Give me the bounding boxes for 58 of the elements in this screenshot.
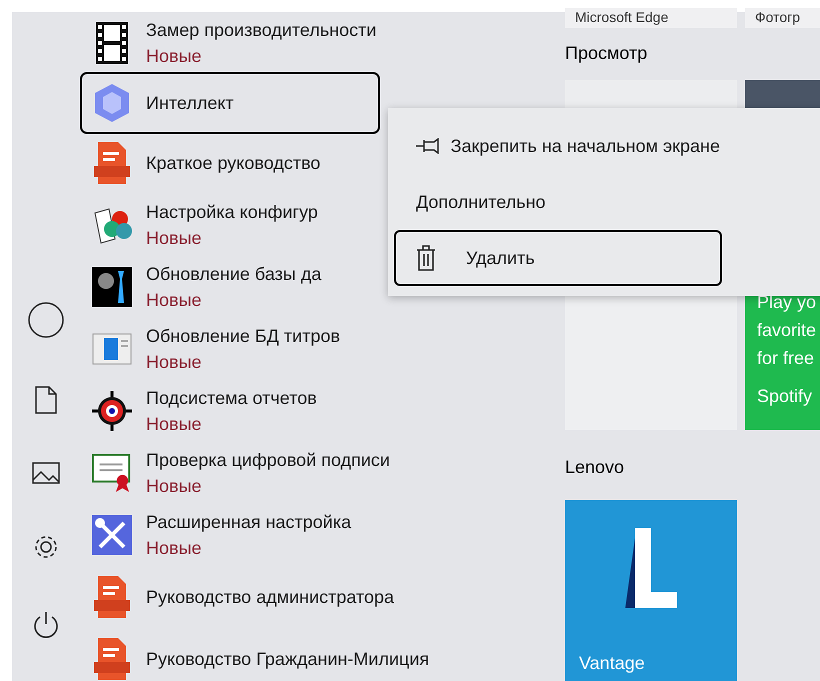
app-name: Руководство Гражданин-Милиция [146, 648, 430, 671]
app-tile[interactable]: Фотогр [745, 8, 820, 28]
menu-label: Закрепить на начальном экране [450, 134, 720, 158]
power-icon[interactable] [32, 610, 60, 640]
menu-item[interactable]: Дополнительно [394, 174, 722, 230]
app-name: Настройка конфигур [146, 201, 318, 224]
app-name: Обновление БД титров [146, 325, 340, 348]
app-list-item[interactable]: Настройка конфигур Новые [80, 194, 380, 256]
pin-icon [416, 138, 442, 154]
tile-label: Spotify [757, 385, 814, 408]
certificate-icon [92, 453, 132, 493]
app-list-item[interactable]: Замер производительности Новые [80, 12, 382, 74]
app-name: Краткое руководство [146, 152, 320, 175]
app-list-item[interactable]: Обновление БД титров Новые [80, 318, 380, 380]
tile-text: favorite [757, 319, 818, 342]
window-icon [92, 333, 132, 365]
tile-text: for free [757, 347, 816, 370]
pdf-file-icon [94, 142, 130, 184]
app-name: Руководство администратора [146, 586, 394, 609]
group-title: Просмотр [565, 42, 648, 65]
menu-label: Дополнительно [416, 190, 546, 214]
tools-icon [92, 515, 132, 555]
app-tile[interactable]: Microsoft Edge [565, 8, 737, 28]
menu-label: Удалить [466, 246, 535, 270]
status-label: Новые [146, 227, 203, 250]
app-list-item[interactable]: Обновление базы да Новые [80, 256, 380, 318]
app-list-item[interactable]: Расширенная настройка Новые [80, 504, 380, 566]
status-label: Новые [146, 351, 203, 374]
app-list-item[interactable]: Краткое руководство [80, 132, 380, 194]
app-list-item[interactable]: Проверка цифровой подписи Новые [80, 442, 396, 504]
pdf-file-icon [94, 638, 130, 680]
app-list-item[interactable]: Руководство Гражданин-Милиция [80, 628, 436, 681]
app-name: Проверка цифровой подписи [146, 449, 390, 472]
status-label: Новые [146, 45, 203, 68]
target-icon [92, 391, 132, 431]
user-circle-icon[interactable] [28, 302, 64, 338]
menu-item[interactable]: Удалить [394, 230, 722, 286]
app-name: Подсистема отчетов [146, 387, 317, 410]
app-name: Обновление базы да [146, 263, 322, 286]
status-label: Новые [146, 413, 203, 436]
tile-label: Vantage [578, 652, 645, 675]
app-list-item[interactable]: Руководство администратора [80, 566, 400, 628]
status-label: Новые [146, 289, 203, 312]
document-icon[interactable] [35, 386, 57, 414]
menu-item[interactable]: Закрепить на начальном экране [394, 118, 722, 174]
image-icon[interactable] [32, 462, 60, 484]
app-name: Расширенная настройка [146, 511, 352, 534]
pdf-file-icon [94, 576, 130, 618]
app-list-item[interactable]: Подсистема отчетов Новые [80, 380, 380, 442]
trash-icon [416, 245, 436, 271]
status-label: Новые [146, 475, 203, 498]
app-name: Интеллект [146, 92, 234, 115]
hexagon-icon [92, 83, 132, 123]
tile-text: Play yo [757, 291, 818, 314]
status-label: Новые [146, 537, 203, 560]
app-list-item[interactable]: Интеллект [80, 72, 380, 134]
app-name: Замер производительности [146, 19, 376, 42]
group-title: Lenovo [565, 456, 626, 479]
